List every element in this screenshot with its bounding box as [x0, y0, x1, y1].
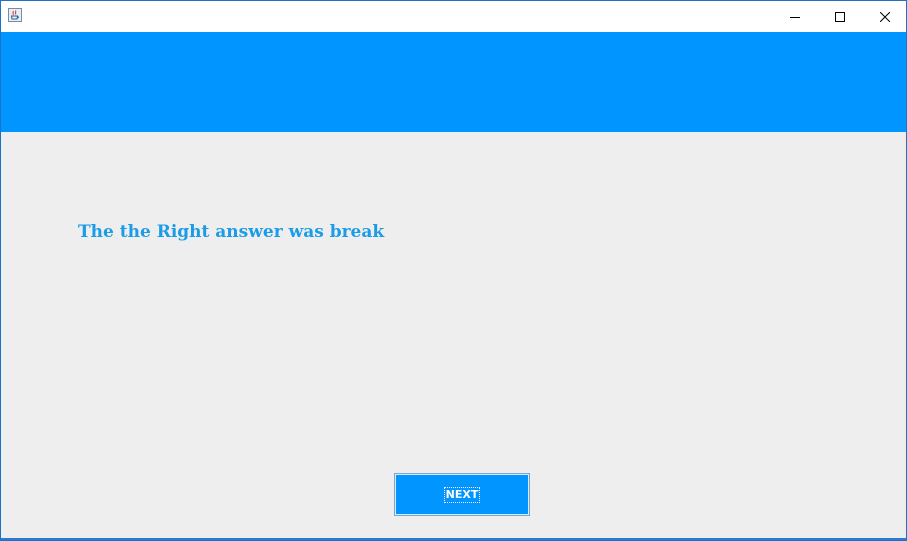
- header-banner: [1, 32, 906, 132]
- maximize-button[interactable]: [817, 1, 862, 32]
- title-bar[interactable]: [1, 1, 906, 32]
- content-panel: The the Right answer was break NEXT: [1, 132, 906, 540]
- minimize-icon: [789, 16, 800, 18]
- answer-message: The the Right answer was break: [78, 222, 385, 242]
- app-window: The the Right answer was break NEXT: [0, 0, 907, 541]
- window-bottom-border: [1, 538, 906, 540]
- minimize-button[interactable]: [772, 1, 817, 32]
- maximize-icon: [834, 11, 845, 22]
- close-icon: [879, 11, 890, 22]
- next-button-label: NEXT: [443, 486, 481, 503]
- java-app-icon[interactable]: [8, 8, 22, 22]
- close-button[interactable]: [862, 1, 906, 32]
- next-button[interactable]: NEXT: [394, 473, 530, 516]
